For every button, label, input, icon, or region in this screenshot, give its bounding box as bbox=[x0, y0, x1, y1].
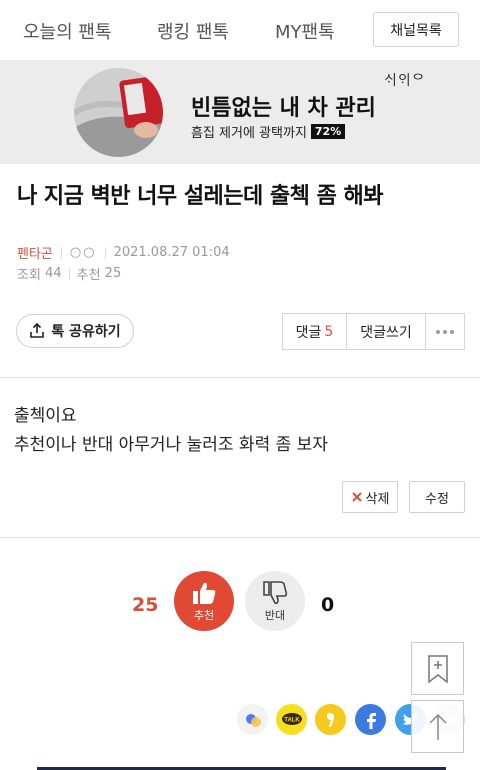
views-count: 44 bbox=[45, 266, 62, 281]
comments-label: 댓글 bbox=[295, 324, 322, 341]
kakaotalk-icon[interactable]: TALK bbox=[276, 704, 307, 735]
scroll-top-button[interactable] bbox=[411, 700, 464, 753]
post-meta: 펜타곤 ○○ 2021.08.27 01:04 bbox=[17, 243, 230, 262]
edit-button[interactable]: 수정 bbox=[409, 481, 465, 513]
dot-icon[interactable] bbox=[237, 704, 268, 735]
post-datetime: 2021.08.27 01:04 bbox=[113, 245, 230, 260]
comments-button[interactable]: 댓글 5 bbox=[283, 314, 347, 349]
upvote-count: 25 bbox=[132, 594, 159, 616]
ad-subtext-label: 흠집 제거에 광택까지 bbox=[191, 126, 307, 141]
post-author-extra: ○○ bbox=[69, 245, 97, 260]
comment-actions: 댓글 5 댓글쓰기 bbox=[282, 313, 465, 350]
comments-count: 5 bbox=[324, 323, 334, 340]
post-title: 나 지금 벽반 너무 설레는데 출첵 좀 해봐 bbox=[17, 184, 383, 209]
close-x-icon bbox=[351, 492, 362, 502]
section-divider bbox=[0, 377, 480, 378]
post-body-line: 출첵이요 bbox=[14, 406, 77, 426]
recommend-label: 추천 bbox=[76, 268, 101, 283]
tab-my-fantalk[interactable]: MY팬톡 bbox=[275, 18, 335, 44]
post-author[interactable]: 펜타곤 bbox=[17, 243, 53, 262]
post-body-line: 추천이나 반대 아무거나 눌러조 화력 좀 보자 bbox=[14, 435, 328, 455]
edit-label: 수정 bbox=[425, 491, 449, 507]
bookmark-button[interactable] bbox=[411, 642, 464, 695]
post-stats: 조회 44 추천 25 bbox=[17, 264, 121, 283]
talk-share-button[interactable]: 톡 공유하기 bbox=[16, 314, 134, 348]
write-comment-label: 댓글쓰기 bbox=[360, 324, 412, 341]
ad-image bbox=[74, 68, 163, 157]
svg-text:TALK: TALK bbox=[284, 717, 300, 723]
downvote-count: 0 bbox=[321, 594, 335, 616]
meta-divider bbox=[104, 246, 106, 259]
ad-banner[interactable]: ᄉᆡᄋᆡᄋ 빈틈없는 내 차 관리 흠집 제거에 광택까지 72% bbox=[0, 60, 480, 164]
section-divider bbox=[0, 537, 480, 538]
ad-percent-badge: 72% bbox=[310, 124, 346, 139]
upvote-button[interactable]: 추천 bbox=[174, 571, 234, 631]
delete-button[interactable]: 삭제 bbox=[342, 481, 398, 513]
thumbs-up-icon bbox=[193, 582, 216, 604]
recommend-count: 25 bbox=[104, 266, 122, 281]
downvote-label: 반대 bbox=[264, 608, 286, 622]
ad-brand-logo: ᄉᆡᄋᆡᄋ bbox=[384, 73, 426, 89]
thumbs-down-icon bbox=[263, 580, 288, 604]
post-body: 출첵이요 추천이나 반대 아무거나 눌러조 화력 좀 보자 bbox=[14, 402, 328, 460]
downvote-button[interactable]: 반대 bbox=[245, 571, 305, 631]
tab-today-fantalk[interactable]: 오늘의 팬톡 bbox=[23, 18, 112, 44]
share-icon bbox=[30, 323, 45, 338]
tab-ranking-fantalk[interactable]: 랭킹 팬톡 bbox=[157, 18, 229, 44]
ad-subtext: 흠집 제거에 광택까지 72% bbox=[191, 122, 346, 141]
facebook-icon[interactable] bbox=[355, 704, 386, 735]
meta-divider bbox=[60, 246, 62, 259]
meta-divider bbox=[68, 267, 70, 280]
talk-share-label: 톡 공유하기 bbox=[51, 324, 121, 340]
more-options-button[interactable] bbox=[426, 314, 464, 349]
views-label: 조회 bbox=[17, 268, 41, 283]
delete-label: 삭제 bbox=[365, 491, 390, 507]
top-nav: 오늘의 팬톡 랭킹 팬톡 MY팬톡 채널목록 bbox=[0, 0, 480, 60]
kakaostory-icon[interactable] bbox=[315, 704, 346, 735]
ad-headline: 빈틈없는 내 차 관리 bbox=[191, 96, 376, 121]
arrow-up-icon bbox=[428, 713, 447, 740]
bookmark-add-icon bbox=[427, 654, 448, 684]
write-comment-button[interactable]: 댓글쓰기 bbox=[347, 314, 426, 349]
more-dots-icon bbox=[436, 329, 454, 334]
upvote-label: 추천 bbox=[193, 608, 215, 622]
channel-list-button[interactable]: 채널목록 bbox=[373, 12, 459, 47]
